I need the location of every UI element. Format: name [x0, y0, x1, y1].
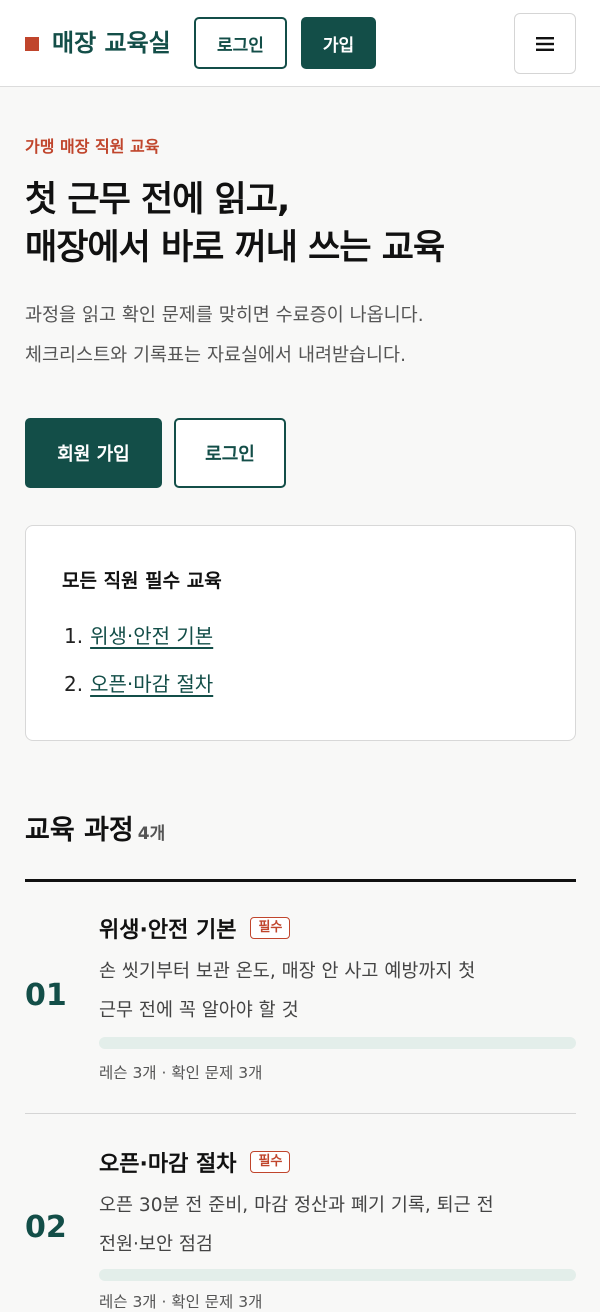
course-title-text[interactable]: 위생·안전 기본	[99, 912, 236, 944]
course-description-line: 오픈 30분 전 준비, 마감 정산과 폐기 기록, 퇴근 전	[99, 1195, 494, 1216]
course-divider	[25, 1113, 576, 1114]
header-join-button[interactable]: 가입	[301, 17, 376, 69]
hero-eyebrow: 가맹 매장 직원 교육	[25, 137, 160, 156]
hamburger-menu-icon	[536, 36, 554, 51]
header-login-button[interactable]: 로그인	[194, 17, 287, 69]
course-description-line: 전원·보안 점검	[99, 1234, 213, 1255]
menu-button[interactable]	[514, 13, 576, 74]
hero-title: 첫 근무 전에 읽고, 매장에서 바로 꺼내 쓰는 교육	[25, 176, 585, 272]
hero-description: 과정을 읽고 확인 문제를 맞히면 수료증이 나옵니다. 체크리스트와 기록표는…	[25, 296, 585, 376]
list-number: 2.	[64, 672, 84, 696]
required-training-title: 모든 직원 필수 교육	[62, 570, 222, 592]
course-description: 오픈 30분 전 준비, 마감 정산과 폐기 기록, 퇴근 전 전원·보안 점검	[99, 1186, 569, 1264]
required-course-link[interactable]: 오픈·마감 절차	[90, 672, 213, 696]
signup-button[interactable]: 회원 가입	[25, 418, 162, 488]
course-number: 02	[25, 1210, 67, 1245]
courses-title-text: 교육 과정	[25, 815, 134, 846]
courses-section-title: 교육 과정 4개	[25, 808, 165, 847]
hero-title-line: 첫 근무 전에 읽고,	[25, 180, 290, 220]
section-divider	[25, 879, 576, 882]
brand-name[interactable]: 매장 교육실	[52, 24, 171, 62]
course-description-line: 근무 전에 꼭 알아야 할 것	[99, 1000, 299, 1021]
required-badge: 필수	[250, 1151, 291, 1173]
course-meta: 레슨 3개 · 확인 문제 3개	[99, 1064, 263, 1082]
course-number: 01	[25, 978, 67, 1013]
course-title[interactable]: 위생·안전 기본 필수	[99, 912, 291, 944]
required-list-item: 2. 오픈·마감 절차	[64, 668, 213, 697]
list-number: 1.	[64, 624, 84, 648]
required-training-box: 모든 직원 필수 교육 1. 위생·안전 기본 2. 오픈·마감 절차	[25, 525, 576, 741]
course-meta: 레슨 3개 · 확인 문제 3개	[99, 1293, 263, 1311]
hero-description-line: 체크리스트와 기록표는 자료실에서 내려받습니다.	[25, 345, 406, 366]
course-progress-bar	[99, 1037, 576, 1049]
course-title[interactable]: 오픈·마감 절차 필수	[99, 1146, 291, 1178]
login-button[interactable]: 로그인	[174, 418, 286, 488]
courses-count: 4개	[137, 824, 166, 844]
site-header: 매장 교육실 로그인 가입	[0, 0, 600, 87]
hero-title-line: 매장에서 바로 꺼내 쓰는 교육	[25, 228, 445, 268]
brand-logo-square	[25, 37, 39, 51]
required-badge: 필수	[250, 917, 291, 939]
course-description-line: 손 씻기부터 보관 온도, 매장 안 사고 예방까지 첫	[99, 961, 476, 982]
hero-description-line: 과정을 읽고 확인 문제를 맞히면 수료증이 나옵니다.	[25, 305, 424, 326]
course-title-text[interactable]: 오픈·마감 절차	[99, 1146, 236, 1178]
course-description: 손 씻기부터 보관 온도, 매장 안 사고 예방까지 첫 근무 전에 꼭 알아야…	[99, 952, 569, 1030]
required-list-item: 1. 위생·안전 기본	[64, 620, 213, 649]
required-course-link[interactable]: 위생·안전 기본	[90, 624, 213, 648]
course-progress-bar	[99, 1269, 576, 1281]
